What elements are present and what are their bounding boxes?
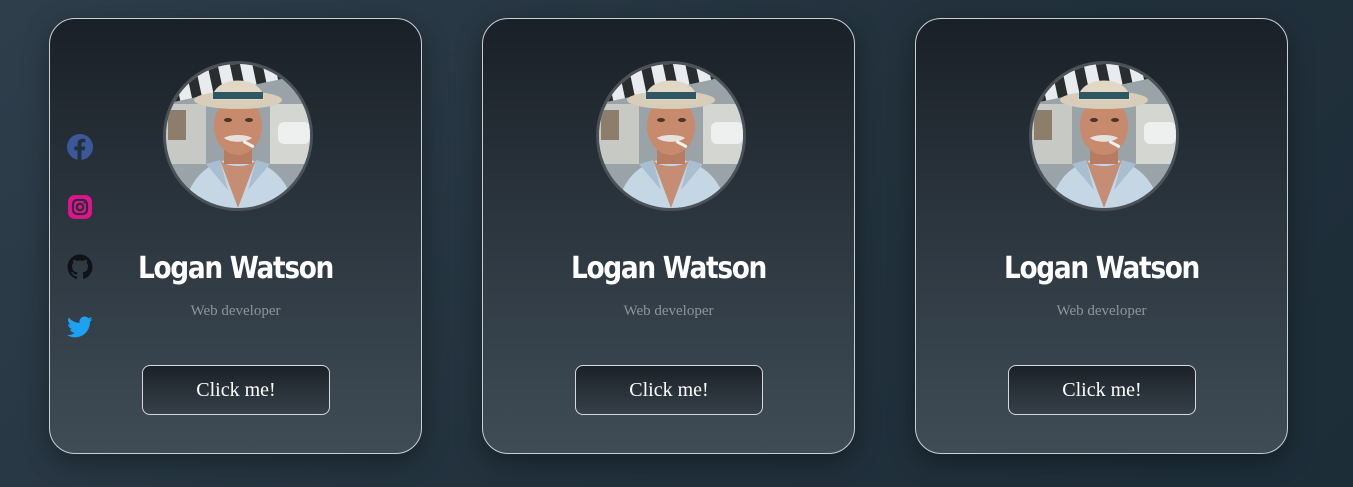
avatar <box>1029 61 1179 211</box>
profile-role: Web developer <box>623 303 714 319</box>
profile-card: Logan Watson Web developer Click me! <box>915 18 1288 454</box>
avatar <box>163 61 313 211</box>
profile-cards: Logan Watson Web developer Click me! Log… <box>49 18 1288 454</box>
instagram-icon[interactable] <box>67 194 93 220</box>
click-me-button[interactable]: Click me! <box>142 365 330 415</box>
avatar <box>596 61 746 211</box>
click-me-button[interactable]: Click me! <box>575 365 763 415</box>
profile-card: Logan Watson Web developer Click me! <box>482 18 855 454</box>
profile-name: Logan Watson <box>137 251 334 286</box>
profile-name: Logan Watson <box>570 251 767 286</box>
facebook-icon[interactable] <box>67 134 93 160</box>
profile-name: Logan Watson <box>1003 251 1200 286</box>
profile-role: Web developer <box>1056 303 1147 319</box>
click-me-button[interactable]: Click me! <box>1008 365 1196 415</box>
profile-role: Web developer <box>190 303 281 319</box>
profile-card: Logan Watson Web developer Click me! <box>49 18 422 454</box>
